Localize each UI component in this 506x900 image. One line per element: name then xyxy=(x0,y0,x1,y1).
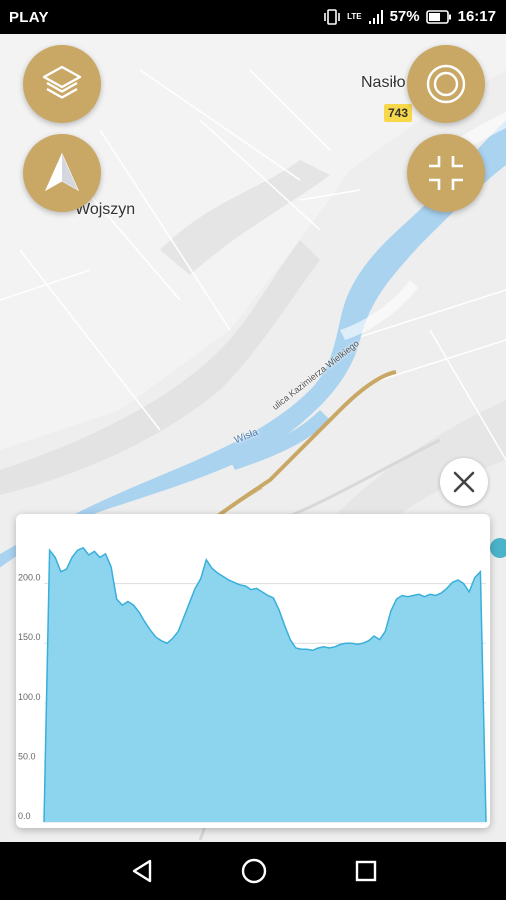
recents-button[interactable] xyxy=(351,856,381,886)
locate-target-icon xyxy=(426,64,466,104)
home-circle-icon xyxy=(241,858,267,884)
back-button[interactable] xyxy=(127,856,157,886)
carrier-name: PLAY xyxy=(9,9,49,26)
navigation-bar xyxy=(0,842,506,900)
recents-square-icon xyxy=(355,860,377,882)
chart-y-tick-label: 50.0 xyxy=(18,751,36,761)
fullscreen-button[interactable] xyxy=(407,134,485,212)
chart-y-tick-label: 100.0 xyxy=(18,692,41,702)
close-icon xyxy=(453,471,475,493)
status-icons: LTE 57% 16:17 xyxy=(323,8,496,25)
clock: 16:17 xyxy=(457,8,496,25)
map-view[interactable]: Nasiło Wojszyn 743 Wisła ulica Kazimierz… xyxy=(0,34,506,842)
chart-y-tick-label: 0.0 xyxy=(18,811,31,821)
layers-button[interactable] xyxy=(23,45,101,123)
locate-button[interactable] xyxy=(407,45,485,123)
navigation-arrow-icon xyxy=(44,152,80,192)
layers-icon xyxy=(42,65,82,99)
road-number-badge: 743 xyxy=(384,104,413,122)
battery-icon xyxy=(425,9,451,24)
home-button[interactable] xyxy=(239,856,269,886)
elevation-chart-card: 0.0 50.0 100.0 150.0 200.0 xyxy=(16,514,490,828)
chart-y-tick-label: 200.0 xyxy=(18,573,41,583)
fullscreen-icon xyxy=(429,156,463,190)
signal-icon xyxy=(368,9,383,24)
battery-percent: 57% xyxy=(389,8,420,25)
compass-button[interactable] xyxy=(23,134,101,212)
place-label-nasilo: Nasiło xyxy=(361,74,406,91)
close-chart-button[interactable] xyxy=(440,458,488,506)
chart-y-tick-label: 150.0 xyxy=(18,632,41,642)
elevation-area xyxy=(44,547,486,822)
status-bar: PLAY LTE 57% 16:17 xyxy=(0,0,506,34)
network-type: LTE xyxy=(347,12,362,21)
back-triangle-icon xyxy=(132,859,152,883)
vibrate-icon xyxy=(324,8,340,25)
elevation-chart: 0.0 50.0 100.0 150.0 200.0 xyxy=(18,546,487,823)
